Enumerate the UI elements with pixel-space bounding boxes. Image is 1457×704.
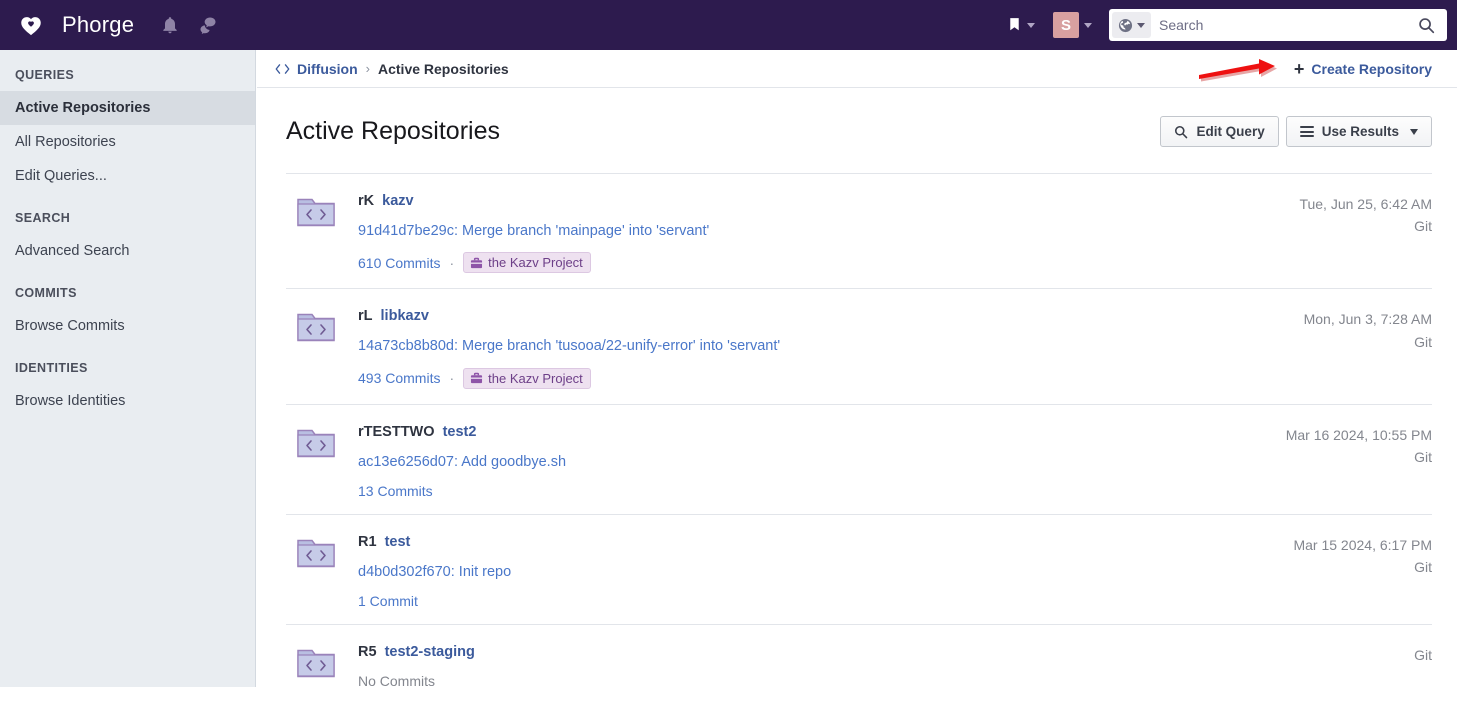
repository-folder-icon [296,644,336,680]
page-title: Active Repositories [286,117,500,145]
globe-icon [1118,18,1133,33]
brand-title: Phorge [62,12,135,37]
sidebar-item-edit-queries[interactable]: Edit Queries... [0,159,255,193]
repository-name-link[interactable]: libkazv [381,308,429,324]
global-search [1109,9,1447,41]
repository-vcs: Git [1414,647,1432,664]
sidebar-section-heading: COMMITS [15,286,77,300]
project-tag-label: the Kazv Project [488,370,583,386]
code-icon [275,62,290,76]
table-row[interactable]: R5 test2-staging No Commits Git [286,625,1432,704]
heart-icon [18,12,44,38]
sidebar-section-heading: SEARCH [15,211,71,225]
edit-query-button[interactable]: Edit Query [1160,116,1279,147]
sidebar-section-heading: QUERIES [15,68,75,82]
repository-folder-icon [296,308,336,344]
breadcrumb-separator: › [365,61,370,76]
create-repository-button[interactable]: + Create Repository [1294,60,1432,78]
bookmark-icon [1007,16,1022,34]
commit-count-link[interactable]: 1 Commit [358,593,418,609]
repository-callsign: rL [358,308,373,325]
repository-name-link[interactable]: test [385,534,411,550]
sidebar-item-all-repositories[interactable]: All Repositories [0,125,255,159]
user-menu-button[interactable]: S [1044,6,1101,44]
repository-date: Mon, Jun 3, 7:28 AM [1303,311,1432,328]
sidebar-section-heading: IDENTITIES [15,361,88,375]
chevron-down-icon [1027,22,1035,28]
meta-separator: · [449,370,455,387]
repository-name-link[interactable]: kazv [382,193,413,209]
repository-callsign: rTESTTWO [358,423,435,440]
search-submit-button[interactable] [1414,17,1447,34]
latest-commit-link[interactable]: d4b0d302f670: Init repo [358,562,1222,582]
repository-callsign: rK [358,193,375,209]
sidebar-item-advanced-search[interactable]: Advanced Search [0,234,255,268]
repository-name-link[interactable]: test2-staging [385,644,475,660]
project-tag[interactable]: the Kazv Project [463,252,591,274]
repository-vcs: Git [1414,559,1432,576]
briefcase-icon [470,372,483,384]
page-header: Active Repositories Edit Query Use Resul… [257,88,1457,173]
breadcrumb: Diffusion › Active Repositories + Create… [257,50,1457,88]
home-logo-link[interactable] [0,12,44,38]
repository-vcs: Git [1414,333,1432,350]
avatar: S [1053,12,1079,38]
main-content: Diffusion › Active Repositories + Create… [257,50,1457,689]
project-tag[interactable]: the Kazv Project [463,367,591,389]
search-icon [1174,125,1188,139]
table-row[interactable]: rL libkazv 14a73cb8b80d: Merge branch 't… [286,289,1432,405]
plus-icon: + [1293,58,1305,79]
use-results-label: Use Results [1321,124,1399,139]
repository-callsign: R5 [358,644,377,661]
sidebar: QUERIES Active Repositories All Reposito… [0,50,256,687]
repository-callsign: R1 [358,533,377,550]
table-row[interactable]: R1 test d4b0d302f670: Init repo 1 Commit… [286,515,1432,626]
sidebar-item-browse-commits[interactable]: Browse Commits [0,309,255,343]
briefcase-icon [470,257,483,269]
chevron-down-icon [1410,128,1418,135]
repository-date: Tue, Jun 25, 6:42 AM [1299,196,1432,212]
repository-list: rK kazv 91d41d7be29c: Merge branch 'main… [286,173,1432,704]
breadcrumb-diffusion-link[interactable]: Diffusion [297,61,358,77]
search-scope-selector[interactable] [1112,12,1151,38]
sidebar-item-browse-identities[interactable]: Browse Identities [0,384,255,418]
search-input[interactable] [1151,17,1414,33]
bookmarks-menu-button[interactable] [998,10,1044,40]
repository-date: Mar 15 2024, 6:17 PM [1293,536,1432,553]
repository-folder-icon [296,193,336,229]
commit-count-link[interactable]: 493 Commits [358,370,440,386]
chevron-down-icon [1084,22,1092,28]
use-results-button[interactable]: Use Results [1285,116,1432,147]
latest-commit-link[interactable]: ac13e6256d07: Add goodbye.sh [358,452,1222,472]
chat-icon[interactable] [198,15,218,35]
sidebar-item-active-repositories[interactable]: Active Repositories [0,91,255,125]
meta-separator: · [449,254,455,271]
repository-vcs: Git [1414,218,1432,235]
latest-commit-link[interactable]: 14a73cb8b80d: Merge branch 'tusooa/22-un… [358,336,1222,356]
repository-folder-icon [296,534,336,570]
project-tag-label: the Kazv Project [488,255,583,271]
repository-date: Mar 16 2024, 10:55 PM [1285,426,1432,443]
repository-vcs: Git [1414,449,1432,466]
latest-commit-link[interactable]: 91d41d7be29c: Merge branch 'mainpage' in… [358,221,1222,241]
edit-query-label: Edit Query [1196,124,1265,139]
hamburger-icon [1299,126,1314,137]
repository-folder-icon [296,424,336,460]
search-icon [1418,17,1435,34]
breadcrumb-current: Active Repositories [378,60,509,77]
table-row[interactable]: rK kazv 91d41d7be29c: Merge branch 'main… [286,174,1432,290]
commit-count-link[interactable]: 13 Commits [358,483,433,499]
top-navigation-bar: Phorge S [0,0,1457,50]
bell-icon[interactable] [160,15,180,35]
chevron-down-icon [1137,22,1145,28]
repository-name-link[interactable]: test2 [443,424,477,440]
create-repository-label: Create Repository [1311,60,1432,77]
table-row[interactable]: rTESTTWO test2 ac13e6256d07: Add goodbye… [286,405,1432,515]
commit-count-link[interactable]: 610 Commits [358,255,440,271]
